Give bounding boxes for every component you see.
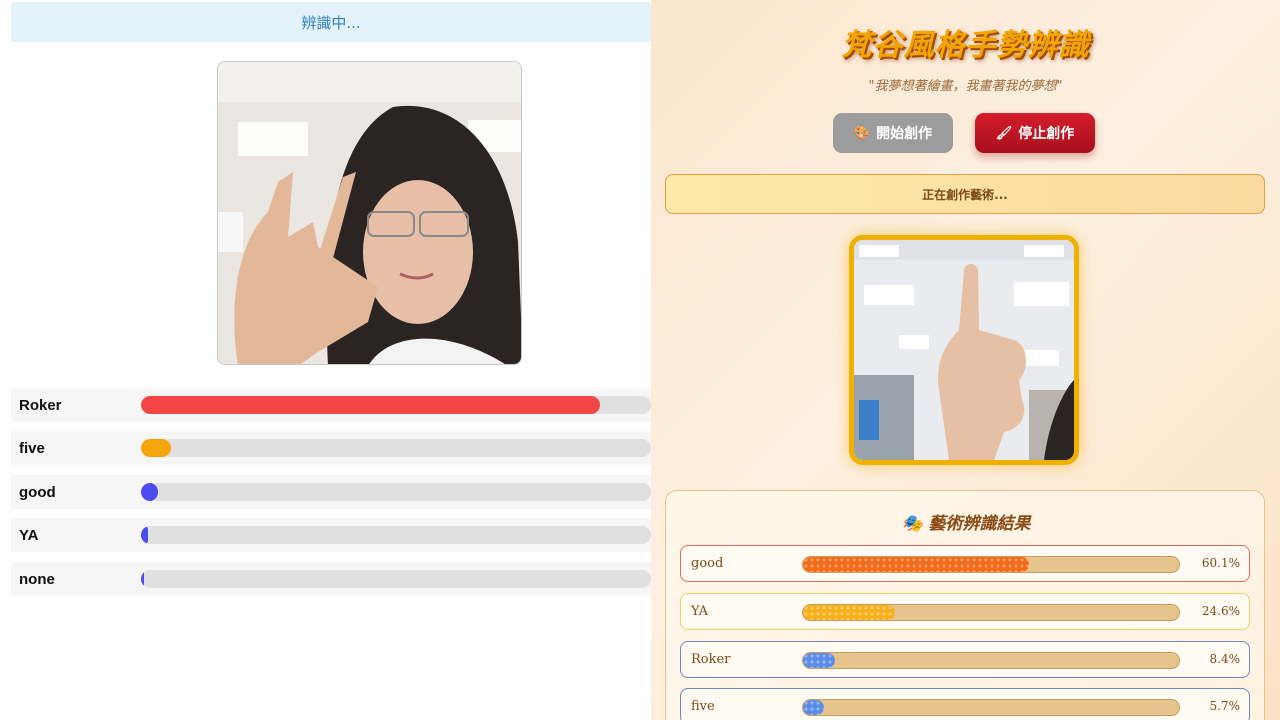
gesture-row-five: five <box>11 431 651 465</box>
creating-status-banner: 正在創作藝術... <box>665 174 1265 214</box>
result-label: YA <box>691 604 708 619</box>
result-progress-fill <box>803 653 835 668</box>
gesture-progress-fill <box>141 570 145 588</box>
gesture-progress-track <box>141 570 651 588</box>
left-panel: 辨識中... Roker five good YA none <box>0 0 651 720</box>
paintbrush-icon: 🖌 <box>995 125 1013 141</box>
gesture-progress-fill <box>141 396 600 414</box>
result-progress-fill <box>803 557 1029 572</box>
app-title: 梵谷風格手勢辨識 <box>841 28 1090 63</box>
gesture-row-none: none <box>11 562 651 596</box>
palette-icon: 🎨 <box>853 125 871 141</box>
gesture-row-roker: Roker <box>11 388 651 422</box>
gesture-progress-track <box>141 396 651 414</box>
results-panel: 🎭 藝術辨識結果 good 60.1% YA 24.6% Roker 8.4% … <box>665 490 1265 720</box>
gesture-label: none <box>19 570 55 588</box>
results-title: 🎭 藝術辨識結果 <box>666 509 1266 534</box>
gesture-progress-fill <box>141 439 171 457</box>
recognition-status-text: 辨識中... <box>301 13 361 32</box>
gesture-label: YA <box>19 526 39 544</box>
theater-masks-icon: 🎭 <box>901 514 923 534</box>
result-progress-fill <box>803 700 825 715</box>
result-progress-track <box>802 556 1180 573</box>
result-percent: 8.4% <box>1209 652 1241 666</box>
result-row-ya: YA 24.6% <box>680 593 1250 630</box>
webcam-image-person <box>218 62 521 364</box>
result-percent: 5.7% <box>1209 699 1241 713</box>
webcam-image-thumbs-up <box>854 240 1074 460</box>
gesture-row-good: good <box>11 475 651 509</box>
result-percent: 24.6% <box>1201 604 1240 618</box>
start-create-button[interactable]: 🎨 開始創作 <box>833 113 953 153</box>
webcam-feed-right <box>849 235 1079 465</box>
result-label: good <box>691 556 724 571</box>
result-progress-track <box>802 699 1180 716</box>
gesture-progress-track <box>141 526 651 544</box>
result-progress-track <box>802 604 1180 621</box>
result-percent: 60.1% <box>1201 556 1240 570</box>
gesture-progress-track <box>141 483 651 501</box>
result-row-five: five 5.7% <box>680 688 1250 720</box>
gesture-progress-fill <box>141 526 149 544</box>
recognition-status-bar: 辨識中... <box>11 2 651 42</box>
gesture-label: Roker <box>19 396 62 414</box>
stop-create-label: 停止創作 <box>1018 126 1075 142</box>
result-progress-fill <box>803 605 896 620</box>
webcam-feed-left <box>217 61 522 365</box>
gesture-label: five <box>19 439 45 457</box>
result-progress-track <box>802 652 1180 669</box>
start-create-label: 開始創作 <box>876 126 933 142</box>
stop-create-button[interactable]: 🖌 停止創作 <box>975 113 1095 153</box>
gesture-progress-fill <box>141 483 158 501</box>
app-quote: "我夢想著繪畫，我畫著我的夢想" <box>868 79 1063 94</box>
result-row-roker: Roker 8.4% <box>680 641 1250 678</box>
creating-status-text: 正在創作藝術... <box>922 187 1008 202</box>
result-label: Roker <box>691 652 731 667</box>
gesture-row-ya: YA <box>11 518 651 552</box>
gesture-label: good <box>19 483 56 501</box>
results-title-text: 藝術辨識結果 <box>928 514 1031 534</box>
result-row-good: good 60.1% <box>680 545 1250 582</box>
right-panel: 梵谷風格手勢辨識 "我夢想著繪畫，我畫著我的夢想" 🎨 開始創作 🖌 停止創作 … <box>651 0 1280 720</box>
result-label: five <box>691 699 715 714</box>
gesture-progress-track <box>141 439 651 457</box>
